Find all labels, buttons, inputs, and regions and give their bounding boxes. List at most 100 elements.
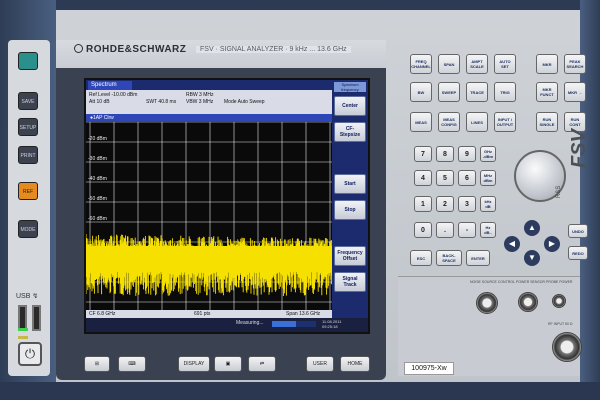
probe-power-label: PROBE POWER: [546, 280, 573, 284]
run-single-button[interactable]: RUN SINGLE: [536, 112, 558, 132]
freq-button[interactable]: FREQ CHANNEL: [410, 54, 432, 74]
peak-search-button[interactable]: PEAK SEARCH: [564, 54, 586, 74]
date-time: 11.08.2011 09:25:18: [322, 319, 342, 329]
softkey-center[interactable]: Center: [334, 96, 366, 116]
rbw: RBW 3 MHz: [186, 92, 214, 98]
save-recall-button[interactable]: SAVE RCL: [18, 92, 38, 123]
unit-ghz-button[interactable]: GHz -dBm: [480, 146, 496, 162]
noise-source-connector: [476, 292, 498, 314]
arrow-left-icon[interactable]: ◀: [504, 236, 520, 252]
mkr-to-button[interactable]: MKR →: [564, 82, 586, 102]
key-2[interactable]: 2: [436, 196, 454, 212]
softkey-signal-track[interactable]: Signal Track: [334, 272, 366, 292]
backspace-button[interactable]: BACK- SPACE: [436, 250, 462, 266]
trace-label: ●1AP Clrw: [86, 114, 332, 122]
key-0[interactable]: 0: [414, 222, 432, 238]
unit-khz-button[interactable]: kHz dB: [480, 196, 496, 212]
sweep-time: SWT 40.8 ms: [146, 99, 177, 105]
trace-fill: [86, 246, 332, 272]
esc-button[interactable]: ESC: [410, 250, 432, 266]
x-axis-footer: CF 6.8 GHz 691 pts Span 13.6 GHz: [86, 310, 332, 318]
bw-button[interactable]: BW: [410, 82, 432, 102]
setup-button[interactable]: SETUP: [18, 118, 38, 136]
y-tick-label: -60 dBm: [88, 216, 107, 222]
key-6[interactable]: 6: [458, 170, 476, 186]
mkr-funct-button[interactable]: MKR FUNCT: [536, 82, 558, 102]
side-brand: R&S: [556, 185, 562, 198]
display-button[interactable]: DISPLAY: [178, 356, 210, 372]
spectrum-analyzer-device: SAVE RCL SETUP PRINT REF MODE USB ↯ ⏻ RO…: [0, 0, 600, 400]
ampt-button[interactable]: AMPT SCALE: [466, 54, 488, 74]
usb-label: USB ↯: [16, 293, 39, 300]
key-5[interactable]: 5: [436, 170, 454, 186]
key-9[interactable]: 9: [458, 146, 476, 162]
key-3[interactable]: 3: [458, 196, 476, 212]
span: Span 13.6 GHz: [286, 311, 321, 317]
power-button[interactable]: ⏻: [18, 342, 42, 366]
softkey-start[interactable]: Start: [334, 174, 366, 194]
rf-input-label: RF INPUT 50 Ω: [548, 322, 573, 326]
unit-mhz-button[interactable]: MHz dBm: [480, 170, 496, 186]
key-decimal[interactable]: .: [436, 222, 454, 238]
measuring-status: Measuring...: [236, 320, 264, 326]
trig-button[interactable]: TRIG: [494, 82, 516, 102]
key-4[interactable]: 4: [414, 170, 432, 186]
key-minus[interactable]: -: [458, 222, 476, 238]
auto-set-button[interactable]: AUTO SET: [494, 54, 516, 74]
undo-button[interactable]: UNDO: [568, 224, 588, 238]
meas-button[interactable]: MEAS: [410, 112, 432, 132]
softkey-column: Spectrum frequency Center CF- Stepsize S…: [332, 80, 368, 318]
spectrum-svg: [86, 122, 332, 310]
mode-button[interactable]: MODE: [18, 220, 38, 238]
softkey-frequency-offset[interactable]: Frequency Offset: [334, 246, 366, 266]
keyboard-button[interactable]: ⌨: [118, 356, 146, 372]
sweep-mode: Mode Auto Sweep: [224, 99, 265, 105]
y-tick-label: -20 dBm: [88, 136, 107, 142]
windows-button[interactable]: ⊞: [84, 356, 110, 372]
softkey-cf-stepsize[interactable]: CF- Stepsize: [334, 122, 366, 142]
sweep-button[interactable]: SWEEP: [438, 82, 460, 102]
softkey-stop[interactable]: Stop: [334, 200, 366, 220]
home-button[interactable]: HOME: [340, 356, 370, 372]
rf-input-connector: [552, 332, 582, 362]
probe-power-connector: [552, 294, 566, 308]
user-button[interactable]: USER: [306, 356, 334, 372]
softkey-empty: [334, 148, 366, 168]
power-sensor-label: POWER SENSOR: [516, 280, 545, 284]
split-screen-button[interactable]: ▣: [214, 356, 242, 372]
key-7[interactable]: 7: [414, 146, 432, 162]
key-8[interactable]: 8: [436, 146, 454, 162]
meas-config-button[interactable]: MEAS CONFIG: [438, 112, 460, 132]
tab-bar: Spectrum: [86, 80, 332, 90]
mkr-button[interactable]: MKR: [536, 54, 558, 74]
ref-button[interactable]: REF: [18, 182, 38, 200]
input-output-button[interactable]: INPUT / OUTPUT: [494, 112, 516, 132]
enter-button[interactable]: ENTER: [466, 250, 490, 266]
vbw: VBW 3 MHz: [186, 99, 214, 105]
redo-button[interactable]: REDO: [568, 246, 588, 260]
trace-button[interactable]: TRACE: [466, 82, 488, 102]
model-label: FSV · SIGNAL ANALYZER · 9 kHz ... 13.6 G…: [196, 46, 351, 53]
progress-bar: [272, 321, 316, 327]
unit-hz-button[interactable]: Hz dB..: [480, 222, 496, 238]
spectrum-plot[interactable]: -20 dBm -30 dBm -40 dBm -50 dBm -60 dBm: [86, 122, 332, 310]
side-logo: FSV: [568, 129, 590, 168]
status-bar: Measuring... 11.08.2011 09:25:18: [86, 318, 368, 332]
standby-led-icon: [18, 336, 28, 339]
top-frame: [56, 0, 580, 10]
arrow-right-icon[interactable]: ▶: [544, 236, 560, 252]
print-button[interactable]: PRINT: [18, 146, 38, 164]
arrow-up-icon[interactable]: ▲: [524, 220, 540, 236]
tab-spectrum[interactable]: Spectrum: [88, 81, 132, 90]
sweep-points: 691 pts: [194, 311, 211, 317]
bottom-frame: [0, 382, 600, 400]
preset-button[interactable]: [18, 52, 38, 70]
lines-button[interactable]: LINES: [466, 112, 488, 132]
usb-port-2: [32, 305, 41, 331]
span-button[interactable]: SPAN: [438, 54, 460, 74]
toggle-button[interactable]: ⇄: [248, 356, 276, 372]
y-tick-label: -30 dBm: [88, 156, 107, 162]
key-1[interactable]: 1: [414, 196, 432, 212]
attenuation: Att 10 dB: [89, 99, 110, 105]
arrow-down-icon[interactable]: ▼: [524, 250, 540, 266]
